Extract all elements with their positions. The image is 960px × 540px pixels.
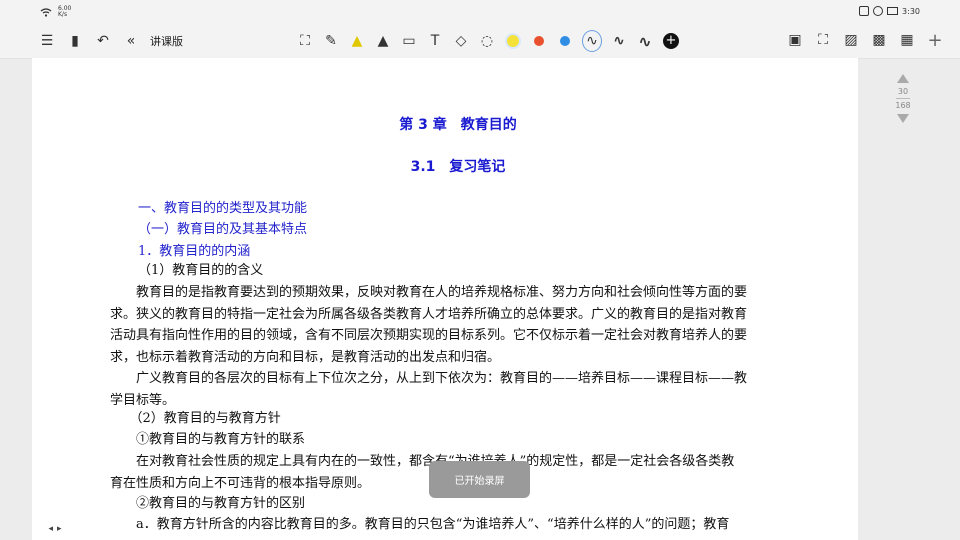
text-icon[interactable]: T [426, 31, 444, 51]
save-icon[interactable]: ▮ [66, 31, 84, 51]
toolbar: ☰ ▮ ↶ « 讲课版 ⛶ ✎ ▲ ▲ ▭ T ◇ ◌ ∿ ∿ ∿ + ▣ ⛶ … [0, 24, 960, 59]
color-red[interactable] [530, 31, 548, 51]
heading-6: ①教育目的与教育方针的联系 [110, 432, 306, 447]
clock-time: 3:30 [902, 6, 920, 16]
text-line: 广义教育目的各层次的目标有上下位次之分，从上到下依次为：教育目的——培养目标——… [110, 371, 748, 386]
text-line: 活动具有指向性作用的目的领域，含有不同层次预期实现的目标系列。它不仅标示着一定社… [110, 328, 748, 343]
no-sound-icon [873, 6, 884, 16]
heading-1: 一、教育目的的类型及其功能 [138, 201, 308, 216]
scroll-down-icon[interactable] [897, 114, 909, 123]
screen-record-icon [859, 6, 870, 16]
pen-icon[interactable]: ✎ [322, 31, 340, 51]
chevron-right-icon[interactable]: ▸ [57, 524, 62, 534]
page-grid-icon[interactable]: ▦ [898, 30, 916, 50]
medium-wave-icon[interactable]: ∿ [610, 31, 628, 51]
heading-4: （1）教育目的的含义 [138, 263, 264, 278]
marker-icon[interactable]: ▲ [374, 31, 392, 51]
side-nav-pill[interactable]: ◂ ▸ [42, 520, 68, 538]
wifi-icon [40, 7, 52, 17]
text-line: 求，也标示着教育活动的方向和目标，是教育活动的出发点和归宿。 [110, 349, 501, 365]
battery-icon [887, 7, 899, 15]
undo-icon[interactable]: ↶ [94, 31, 112, 51]
list-icon[interactable]: ☰ [38, 31, 56, 51]
paragraph-1: 教育目的是指教育要达到的预期效果，反映对教育在人的培养规格标准、努力方向和社会倾… [110, 282, 806, 368]
heading-7: ②教育目的与教育方针的区别 [110, 496, 306, 511]
heading-3: 1．教育目的的内涵 [138, 244, 251, 259]
add-icon[interactable]: + [926, 30, 944, 51]
chevron-left-icon[interactable]: ◂ [48, 524, 53, 534]
shapes-icon[interactable]: ◇ [452, 31, 470, 51]
image-icon[interactable]: ▨ [842, 30, 860, 50]
toast-message: 已开始录屏 [429, 461, 530, 498]
current-page: 30 [897, 87, 909, 96]
total-pages: 168 [895, 101, 911, 110]
mode-label[interactable]: 讲课版 [150, 33, 183, 49]
add-tool-icon[interactable]: + [662, 31, 680, 51]
export-icon[interactable]: ▩ [870, 30, 888, 50]
text-line: 求。狭义的教育目的特指一定社会为所属各级各类教育人才培养所确立的总体要求。广义的… [110, 306, 748, 322]
heading-5: （2）教育目的与教育方针 [110, 411, 281, 426]
color-yellow[interactable] [504, 31, 522, 51]
heading-2: （一）教育目的及其基本特点 [138, 222, 308, 237]
fullscreen-icon[interactable]: ⛶ [814, 30, 832, 50]
lasso-icon[interactable]: ◌ [478, 31, 496, 51]
scroll-up-icon[interactable] [897, 74, 909, 83]
selection-icon[interactable]: ⛶ [296, 31, 314, 51]
highlighter-icon[interactable]: ▲ [348, 31, 366, 51]
network-speed: 6.00 K/s [58, 5, 72, 18]
section-title: 3.1 复习笔记 [410, 159, 506, 175]
page-scroller[interactable]: 30 168 [888, 74, 918, 134]
save-disk-icon[interactable]: ▣ [786, 30, 804, 50]
thick-wave-icon[interactable]: ∿ [636, 31, 654, 51]
color-blue[interactable] [556, 31, 574, 51]
paragraph-2: 广义教育目的各层次的目标有上下位次之分，从上到下依次为：教育目的——培养目标——… [110, 368, 806, 411]
text-line: 教育目的是指教育要达到的预期效果，反映对教育在人的培养规格标准、努力方向和社会倾… [110, 285, 748, 300]
collapse-icon[interactable]: « [122, 31, 140, 51]
chapter-title: 第 3 章 教育目的 [399, 117, 517, 133]
status-bar: 6.00 K/s 3:30 [0, 0, 960, 24]
paragraph-4: a．教育方针所含的内容比教育目的多。教育目的只包含“为谁培养人”、“培养什么样的… [110, 517, 730, 532]
eraser-icon[interactable]: ▭ [400, 31, 418, 51]
thin-wave-icon[interactable]: ∿ [582, 30, 602, 52]
